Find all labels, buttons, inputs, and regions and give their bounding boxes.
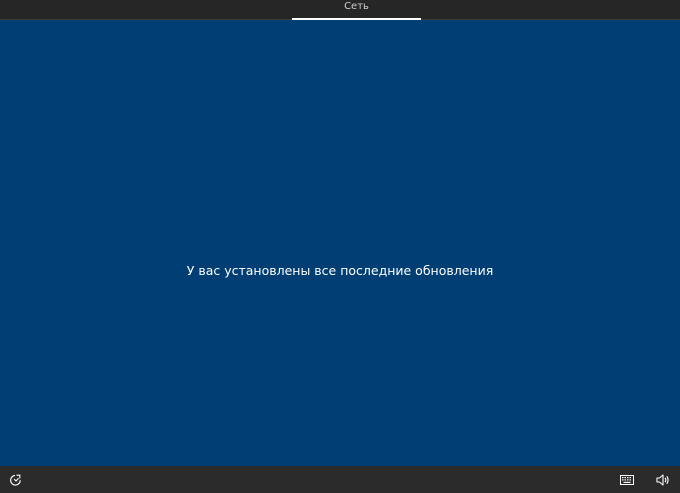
top-bar: Сеть xyxy=(0,0,680,20)
ease-of-access-icon[interactable] xyxy=(8,473,24,487)
tab-network-label: Сеть xyxy=(344,1,369,12)
tab-network[interactable]: Сеть xyxy=(292,0,421,20)
bottom-bar xyxy=(0,466,680,493)
volume-icon[interactable] xyxy=(655,473,671,487)
update-status-message: У вас установлены все последние обновлен… xyxy=(186,263,494,278)
main-area: У вас установлены все последние обновлен… xyxy=(0,20,680,466)
keyboard-icon[interactable] xyxy=(620,475,636,489)
